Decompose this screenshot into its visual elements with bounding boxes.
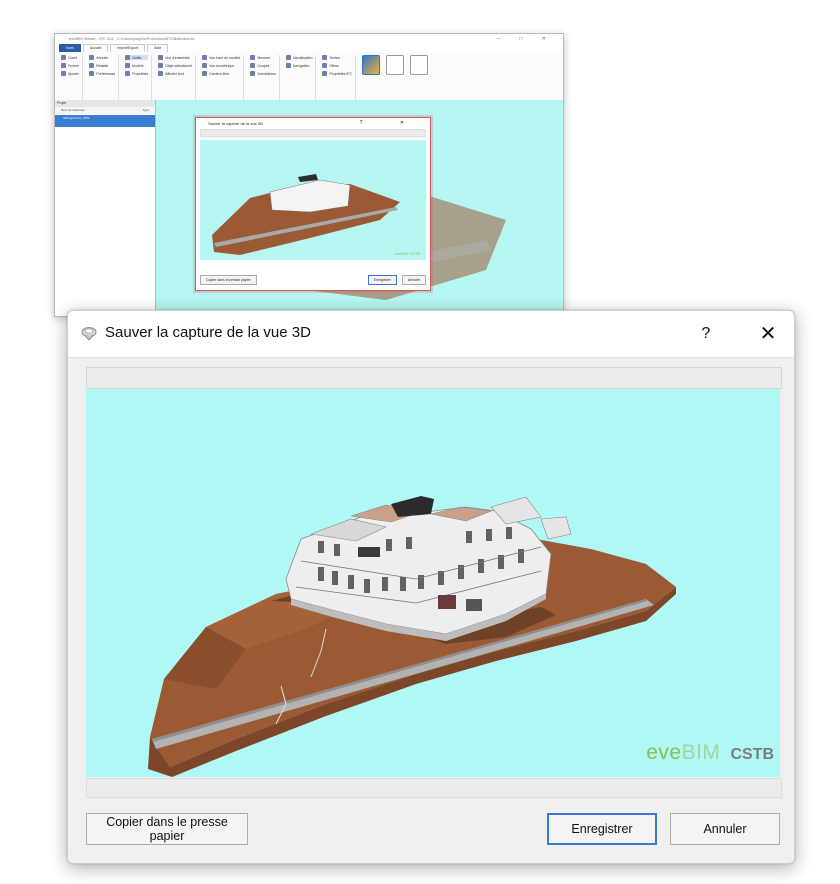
ribbon-item[interactable]: Vue haut du modèle bbox=[202, 55, 240, 60]
menu-tab-vues[interactable]: Vues bbox=[59, 44, 81, 52]
ribbon-group-camera: Vue haut du modèle Vue isométrique Camér… bbox=[199, 55, 245, 101]
menu-tab-import-export[interactable]: Import/Export bbox=[110, 44, 146, 52]
background-dialog-toolstrip bbox=[200, 129, 426, 137]
ribbon-icon bbox=[125, 71, 131, 76]
ribbon-icon bbox=[89, 63, 95, 68]
background-dialog-preview: eveBIM CSTB bbox=[200, 140, 426, 260]
ribbon-item[interactable]: Objet sélectionné bbox=[158, 63, 192, 68]
ribbon-icon bbox=[61, 63, 66, 68]
ribbon-item[interactable]: Coupes bbox=[250, 63, 276, 68]
ribbon-icon bbox=[285, 55, 291, 60]
background-menubar: Vues Accueil Import/Export Aide bbox=[55, 44, 563, 52]
ribbon-group-filters: Textes Filtres Propriétés IFC bbox=[319, 55, 357, 101]
dialog-title: Sauver la capture de la vue 3D bbox=[105, 324, 311, 341]
ribbon-item[interactable]: Afficher tout bbox=[158, 71, 192, 76]
ribbon-icon bbox=[250, 55, 256, 60]
ribbon-icon bbox=[89, 71, 95, 76]
logo-evebim: eveBIM bbox=[646, 741, 721, 764]
background-dialog-titlebar: Sauver la capture de la vue 3D ? ✕ bbox=[208, 120, 422, 126]
project-panel-columns: Nom de l'élément Type bbox=[55, 107, 155, 114]
ribbon-icon bbox=[61, 71, 66, 76]
menu-tab-aide[interactable]: Aide bbox=[147, 44, 169, 52]
ribbon-icon bbox=[158, 63, 164, 68]
project-tree-item[interactable]: IfcProject IFC_SITE bbox=[55, 115, 155, 127]
preview-statusstrip bbox=[86, 778, 782, 798]
ribbon-item[interactable]: Fermer bbox=[61, 63, 79, 68]
background-capture-dialog: Sauver la capture de la vue 3D ? ✕ eveBI… bbox=[195, 117, 431, 291]
background-app-window: eveBIM Viewer - IFC 2x3 - C:\Users\proje… bbox=[54, 33, 564, 317]
ribbon-item[interactable]: Ouvrir bbox=[61, 55, 79, 60]
capture-preview[interactable]: eveBIM CSTB bbox=[86, 389, 780, 777]
ribbon-item[interactable]: Navigation bbox=[285, 63, 313, 68]
ribbon-icon bbox=[125, 63, 131, 68]
ribbon-group-file: Ouvrir Fermer Ajouter bbox=[58, 55, 84, 101]
help-icon[interactable]: ? bbox=[694, 322, 718, 346]
save-button[interactable]: Enregistrer bbox=[547, 813, 657, 845]
preview-toolstrip bbox=[86, 367, 782, 389]
ribbon-item[interactable]: Rétablir bbox=[89, 63, 115, 68]
background-dialog-footer: Copier dans le presse papier Enregistrer… bbox=[200, 274, 426, 286]
close-icon[interactable]: ✕ bbox=[756, 322, 780, 346]
ribbon-icon bbox=[125, 55, 131, 60]
project-panel-header: Projet bbox=[55, 100, 155, 107]
ribbon-icon bbox=[202, 63, 208, 68]
ribbon-item[interactable]: Annuler bbox=[89, 55, 115, 60]
ribbon-item[interactable]: Textes bbox=[322, 55, 352, 60]
ribbon-item[interactable]: Caméra libre bbox=[202, 71, 240, 76]
background-dialog-render bbox=[212, 174, 400, 255]
dialog-footer: Copier dans le presse papier Enregistrer… bbox=[86, 811, 780, 847]
ribbon-icon bbox=[285, 63, 291, 68]
ribbon-group-view: Vue d'ensemble Objet sélectionné Affiche… bbox=[155, 55, 197, 101]
ribbon-item[interactable]: Vue isométrique bbox=[202, 63, 240, 68]
ribbon-group-tools: Outils Modèle Propriétés bbox=[122, 55, 153, 101]
ribbon-item[interactable]: Propriétés bbox=[125, 71, 148, 76]
background-title: eveBIM Viewer - IFC 2x3 - C:\Users\proje… bbox=[69, 36, 195, 41]
background-copy-button[interactable]: Copier dans le presse papier bbox=[200, 275, 257, 285]
ribbon-group-measure: Mesurer Coupes Annotations bbox=[247, 55, 280, 101]
background-window-controls[interactable]: – □ ✕ bbox=[497, 34, 555, 44]
ribbon-group-edit: Annuler Rétablir Préférences bbox=[86, 55, 120, 101]
ribbon-item[interactable]: Annotations bbox=[250, 71, 276, 76]
building-model-render bbox=[148, 496, 676, 777]
evebim-cstb-logo: eveBIM CSTB bbox=[646, 741, 774, 765]
logo-cstb: CSTB bbox=[730, 746, 774, 763]
ribbon-group-large bbox=[359, 55, 431, 101]
ribbon: Ouvrir Fermer Ajouter Annuler Rétablir P… bbox=[55, 52, 563, 105]
window-icon[interactable] bbox=[386, 55, 405, 75]
menu-tab-accueil[interactable]: Accueil bbox=[82, 44, 109, 52]
settings-icon[interactable] bbox=[410, 55, 429, 75]
ribbon-icon bbox=[250, 63, 256, 68]
ribbon-icon bbox=[250, 71, 256, 76]
ribbon-icon bbox=[61, 55, 66, 60]
project-panel: Projet Nom de l'élément Type IfcProject … bbox=[55, 100, 156, 316]
ribbon-item[interactable]: Préférences bbox=[89, 71, 115, 76]
ribbon-item[interactable]: Propriétés IFC bbox=[322, 71, 352, 76]
ribbon-item[interactable]: Visualisation bbox=[285, 55, 312, 60]
ribbon-icon bbox=[322, 71, 328, 76]
ribbon-item[interactable]: Filtres bbox=[322, 63, 352, 68]
cancel-button[interactable]: Annuler bbox=[670, 813, 780, 845]
background-cancel-button[interactable]: Annuler bbox=[401, 275, 426, 285]
ribbon-icon bbox=[158, 71, 164, 76]
ribbon-icon bbox=[202, 71, 208, 76]
background-save-button[interactable]: Enregistrer bbox=[367, 275, 397, 285]
ribbon-icon bbox=[89, 55, 95, 60]
ribbon-item[interactable]: Vue d'ensemble bbox=[158, 55, 192, 60]
ribbon-item[interactable]: Modèle bbox=[125, 63, 148, 68]
ribbon-group-navigation: Visualisation Navigation bbox=[283, 55, 317, 101]
dialog-titlebar[interactable]: Sauver la capture de la vue 3D ? ✕ bbox=[68, 311, 794, 358]
ribbon-icon bbox=[322, 63, 328, 68]
capture-dialog: Sauver la capture de la vue 3D ? ✕ eveBI… bbox=[67, 310, 795, 864]
model-icon[interactable] bbox=[362, 55, 381, 75]
background-dialog-logo: eveBIM CSTB bbox=[394, 251, 420, 256]
copy-to-clipboard-button[interactable]: Copier dans le presse papier bbox=[86, 813, 248, 845]
ribbon-icon bbox=[158, 55, 164, 60]
ribbon-item[interactable]: Outils bbox=[125, 55, 149, 60]
background-titlebar: eveBIM Viewer - IFC 2x3 - C:\Users\proje… bbox=[55, 34, 563, 44]
ribbon-icon bbox=[322, 55, 328, 60]
capture-icon bbox=[81, 327, 97, 341]
ribbon-icon bbox=[202, 55, 208, 60]
ribbon-item[interactable]: Mesurer bbox=[250, 55, 276, 60]
ribbon-item[interactable]: Ajouter bbox=[61, 71, 79, 76]
